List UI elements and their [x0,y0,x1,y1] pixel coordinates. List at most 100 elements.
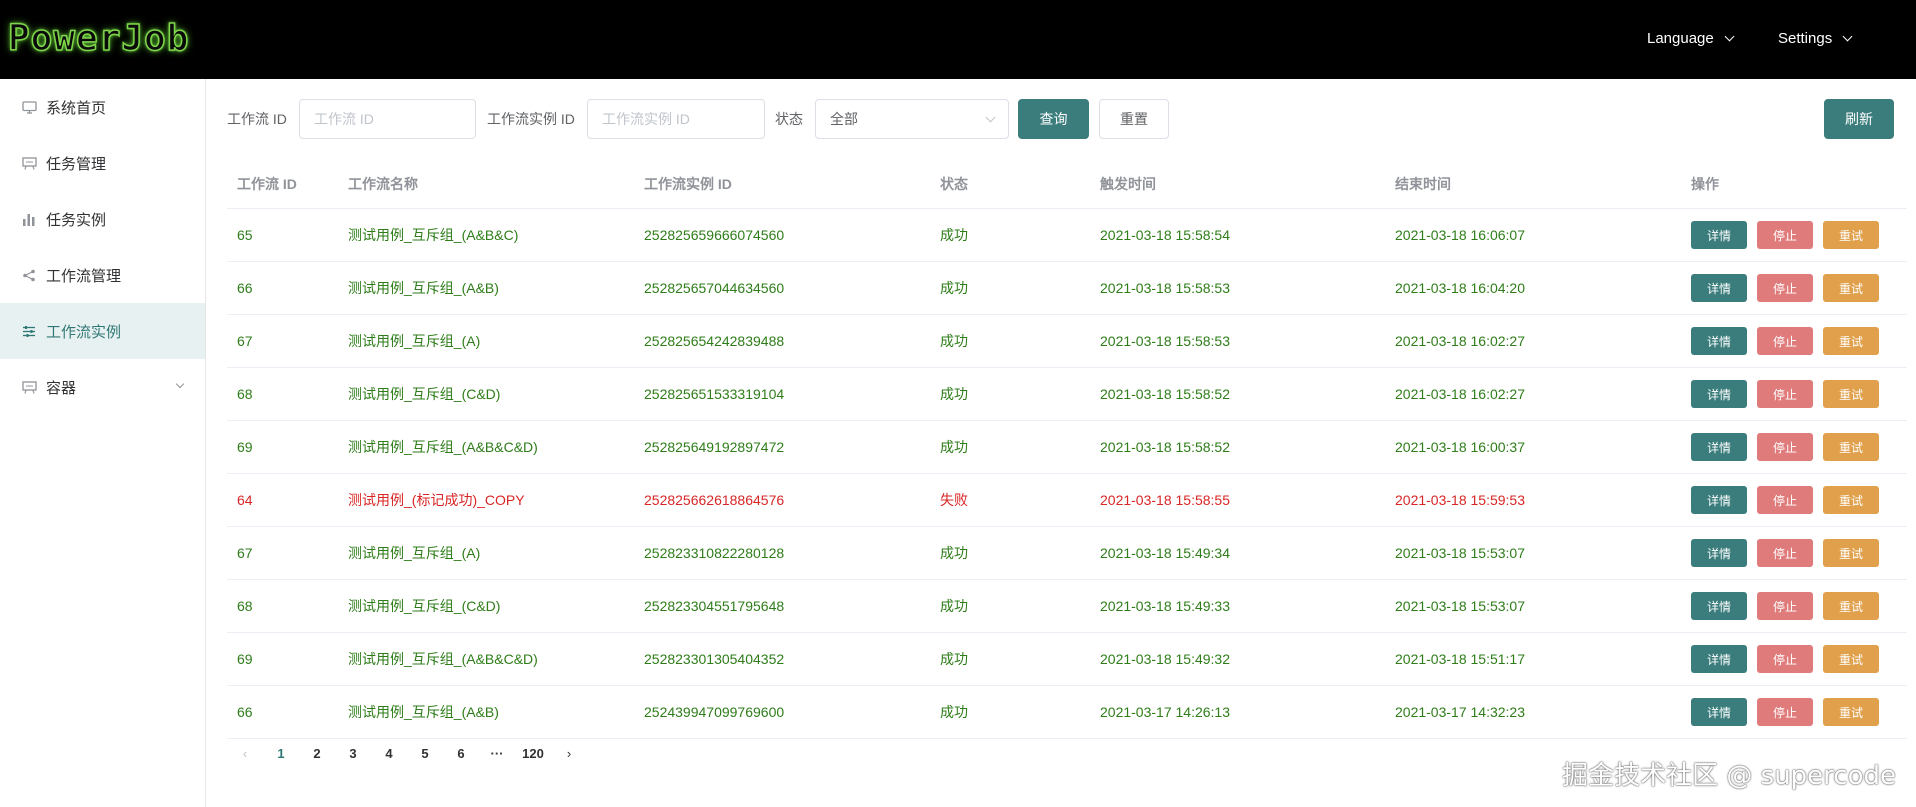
stop-button[interactable]: 停止 [1757,698,1813,726]
cell-status: 成功 [940,280,968,296]
stop-button[interactable]: 停止 [1757,486,1813,514]
cell-trigger-time: 2021-03-18 15:58:52 [1100,439,1230,455]
retry-button[interactable]: 重试 [1823,327,1879,355]
cell-end-time: 2021-03-18 15:51:17 [1395,651,1525,667]
table-row: 68 测试用例_互斥组_(C&D) 252823304551795648 成功 2021… [227,580,1907,633]
retry-button[interactable]: 重试 [1823,221,1879,249]
prev-page-icon[interactable]: ‹ [227,746,263,761]
cell-workflow-name: 测试用例_互斥组_(A&B) [348,704,499,720]
retry-button[interactable]: 重试 [1823,645,1879,673]
detail-button[interactable]: 详情 [1691,698,1747,726]
sidebar-item-dashboard[interactable]: 系统首页 [0,79,205,135]
page-number[interactable]: 1 [263,746,299,761]
cell-workflow-name: 测试用例_互斥组_(A&B&C&D) [348,651,538,667]
page-number[interactable]: 2 [299,746,335,761]
settings-menu[interactable]: Settings [1778,30,1853,47]
detail-button[interactable]: 详情 [1691,592,1747,620]
sidebar-item-label: 任务实例 [46,211,107,229]
powerjob-logo[interactable]: PowerJob [7,17,189,60]
stop-button[interactable]: 停止 [1757,539,1813,567]
language-menu[interactable]: Language [1647,30,1735,47]
stop-button[interactable]: 停止 [1757,327,1813,355]
refresh-button[interactable]: 刷新 [1824,99,1894,139]
page-number[interactable]: 6 [443,746,479,761]
workflow-id-input[interactable] [299,99,476,139]
cell-workflow-id: 69 [237,651,253,667]
detail-button[interactable]: 详情 [1691,327,1747,355]
detail-button[interactable]: 详情 [1691,486,1747,514]
retry-button[interactable]: 重试 [1823,274,1879,302]
sidebar-item-label: 系统首页 [46,99,107,117]
reset-button[interactable]: 重置 [1099,99,1169,139]
retry-button[interactable]: 重试 [1823,592,1879,620]
cell-trigger-time: 2021-03-18 15:58:55 [1100,492,1230,508]
stop-button[interactable]: 停止 [1757,380,1813,408]
cell-workflow-instance-id: 252825657044634560 [644,280,785,296]
workflow-instance-id-label: 工作流实例 ID [487,111,575,127]
page-number[interactable]: 120 [515,746,551,761]
sidebar-item-workflow-instance[interactable]: 工作流实例 [0,303,205,359]
detail-button[interactable]: 详情 [1691,433,1747,461]
stop-button[interactable]: 停止 [1757,221,1813,249]
status-select-value: 全部 [830,111,858,127]
chevron-down-icon [175,379,185,389]
cell-actions: 详情 停止 重试 [1681,645,1907,673]
cell-workflow-id: 68 [237,598,253,614]
table-row: 64 测试用例_(标记成功)_COPY 252825662618864576 失败 20… [227,474,1907,527]
detail-button[interactable]: 详情 [1691,645,1747,673]
retry-button[interactable]: 重试 [1823,433,1879,461]
detail-button[interactable]: 详情 [1691,221,1747,249]
cell-workflow-name: 测试用例_互斥组_(A&B&C) [348,227,519,243]
table-body: 65 测试用例_互斥组_(A&B&C) 252825659666074560 成功 20… [227,209,1907,739]
workflow-instance-id-input[interactable] [587,99,765,139]
page-ellipsis[interactable]: ··· [479,746,515,761]
retry-button[interactable]: 重试 [1823,380,1879,408]
retry-button[interactable]: 重试 [1823,539,1879,567]
sidebar-item-job-manage[interactable]: 任务管理 [0,135,205,191]
cell-actions: 详情 停止 重试 [1681,274,1907,302]
cell-workflow-instance-id: 252825651533319104 [644,386,785,402]
detail-button[interactable]: 详情 [1691,380,1747,408]
retry-button[interactable]: 重试 [1823,486,1879,514]
cell-end-time: 2021-03-18 15:59:53 [1395,492,1525,508]
cell-actions: 详情 停止 重试 [1681,539,1907,567]
table-row: 69 测试用例_互斥组_(A&B&C&D) 252823301305404352 成功… [227,633,1907,686]
page-number[interactable]: 5 [407,746,443,761]
stop-button[interactable]: 停止 [1757,592,1813,620]
retry-button[interactable]: 重试 [1823,698,1879,726]
cell-actions: 详情 停止 重试 [1681,433,1907,461]
table-row: 68 测试用例_互斥组_(C&D) 252825651533319104 成功 2021… [227,368,1907,421]
cell-status: 成功 [940,704,968,720]
detail-button[interactable]: 详情 [1691,274,1747,302]
detail-button[interactable]: 详情 [1691,539,1747,567]
query-button[interactable]: 查询 [1018,99,1089,139]
cell-actions: 详情 停止 重试 [1681,327,1907,355]
cell-workflow-id: 64 [237,492,253,508]
cell-actions: 详情 停止 重试 [1681,380,1907,408]
next-page-icon[interactable]: › [551,746,587,761]
page-number[interactable]: 4 [371,746,407,761]
stop-button[interactable]: 停止 [1757,645,1813,673]
cell-workflow-name: 测试用例_(标记成功)_COPY [348,492,525,508]
sliders-icon [21,324,37,338]
sidebar-item-label: 工作流实例 [46,323,122,341]
stop-button[interactable]: 停止 [1757,433,1813,461]
cell-trigger-time: 2021-03-18 15:58:52 [1100,386,1230,402]
sidebar-item-workflow-manage[interactable]: 工作流管理 [0,247,205,303]
cell-trigger-time: 2021-03-17 14:26:13 [1100,704,1230,720]
sidebar-item-container[interactable]: 容器 [0,359,205,415]
cell-workflow-name: 测试用例_互斥组_(A) [348,545,481,561]
cell-workflow-instance-id: 252823301305404352 [644,651,785,667]
cell-trigger-time: 2021-03-18 15:49:32 [1100,651,1230,667]
bar-chart-icon [21,212,37,226]
cell-workflow-name: 测试用例_互斥组_(C&D) [348,386,501,402]
share-icon [21,268,37,282]
stop-button[interactable]: 停止 [1757,274,1813,302]
cell-workflow-id: 69 [237,439,253,455]
cell-workflow-id: 66 [237,280,253,296]
page-number[interactable]: 3 [335,746,371,761]
cell-workflow-id: 66 [237,704,253,720]
sidebar-item-job-instance[interactable]: 任务实例 [0,191,205,247]
table-row: 67 测试用例_互斥组_(A) 252825654242839488 成功 2021-0… [227,315,1907,368]
status-select[interactable]: 全部 [815,99,1009,139]
